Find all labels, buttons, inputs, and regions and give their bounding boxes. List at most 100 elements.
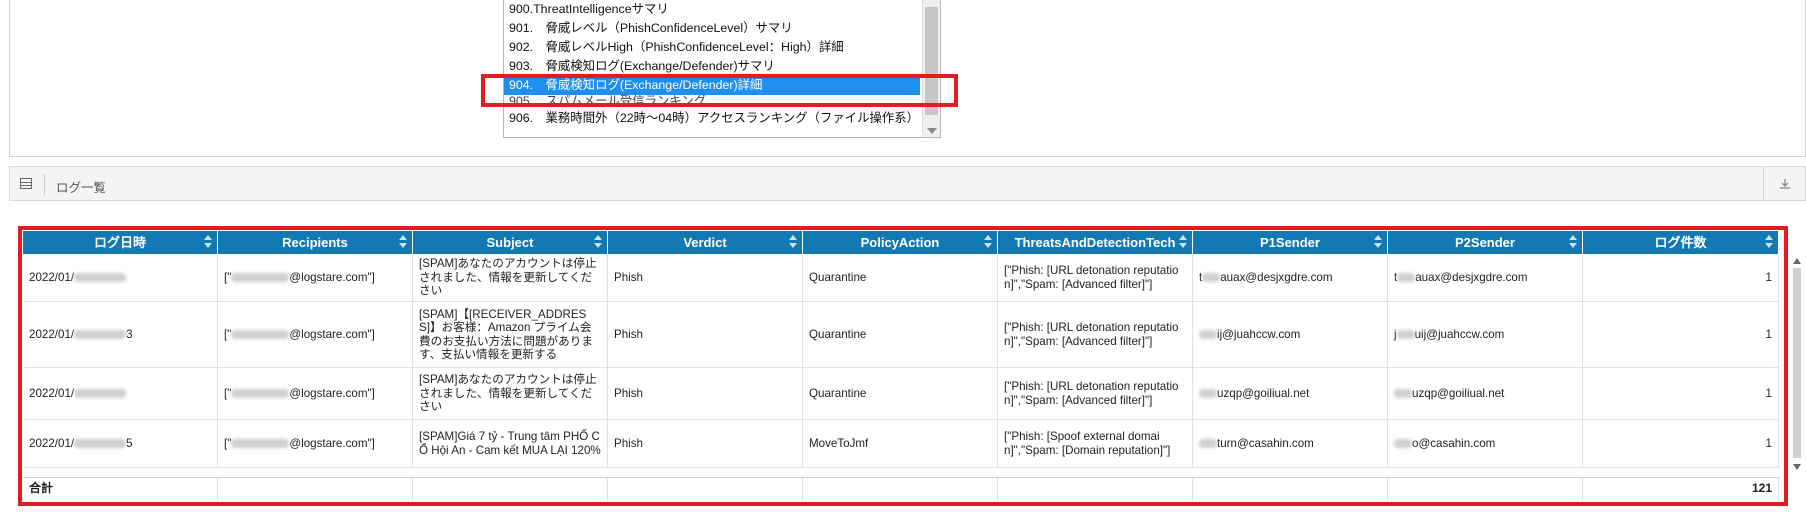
- sort-icon[interactable]: [1179, 235, 1187, 250]
- report-items: 900.ThreatIntelligenceサマリ 901. 脅威レベル（Phis…: [504, 0, 940, 128]
- report-list-item[interactable]: 900.ThreatIntelligenceサマリ: [504, 0, 920, 19]
- cell-p2-sender-text: uij@juahccw.com: [1414, 327, 1505, 341]
- table-footer: 合計 121: [23, 477, 1779, 500]
- cell-threats: ["Phish: [URL detonation reputation]","S…: [998, 368, 1193, 419]
- footer-cell: [998, 478, 1193, 500]
- cell-p2-sender: t auax@desjxgdre.com: [1388, 254, 1583, 301]
- column-header[interactable]: ログ件数: [1583, 231, 1779, 254]
- report-list-item[interactable]: 905. スパムメール受信ランキング: [504, 95, 920, 109]
- download-button[interactable]: [1763, 167, 1805, 200]
- cell-log-date: 2022/01/: [23, 254, 218, 301]
- column-header[interactable]: P2Sender: [1388, 231, 1583, 254]
- cell-verdict-text: Phish: [614, 327, 644, 341]
- cell-log-count-text: 1: [1765, 327, 1772, 341]
- cell-log-date: 2022/01/: [23, 368, 218, 419]
- footer-cell: [1193, 478, 1388, 500]
- page-scrollbar[interactable]: [1790, 258, 1804, 470]
- table-row[interactable]: 2022/01/3 [" @logstare.com"] [SPAM]【[RECEIV…: [23, 302, 1779, 368]
- cell-verdict-text: Phish: [614, 386, 644, 400]
- cell-policy-action-text: Quarantine: [809, 386, 867, 400]
- redacted-text: [1394, 439, 1412, 449]
- report-list-item[interactable]: 906. 業務時間外（22時～04時）アクセスランキング（ファイル操作系）: [504, 109, 920, 128]
- sort-icon[interactable]: [1765, 235, 1773, 250]
- cell-recipients: [" @logstare.com"]: [218, 254, 413, 301]
- report-list-item[interactable]: 902. 脅威レベルHigh（PhishConfidenceLevel：High…: [504, 38, 920, 57]
- cell-log-date-text: 3: [126, 327, 133, 341]
- footer-cell: [608, 478, 803, 500]
- column-header[interactable]: Subject: [413, 231, 608, 254]
- table-row[interactable]: 2022/01/ [" @logstare.com"] [SPAM]あなたのアカウント…: [23, 254, 1779, 302]
- column-header-label: P2Sender: [1455, 235, 1515, 250]
- redacted-text: [231, 330, 290, 340]
- cell-subject-text: [SPAM]あなたのアカウントは停止されました、情報を更新してください: [419, 257, 597, 298]
- report-list-item[interactable]: 901. 脅威レベル（PhishConfidenceLevel）サマリ: [504, 19, 920, 38]
- redacted-text: [74, 439, 127, 449]
- column-header[interactable]: ThreatsAndDetectionTech: [998, 231, 1193, 254]
- sort-icon[interactable]: [204, 235, 212, 250]
- cell-threats-text: ["Phish: [URL detonation reputation]","S…: [1004, 380, 1179, 407]
- cell-policy-action: MoveToJmf: [803, 420, 998, 467]
- column-header-label: P1Sender: [1260, 235, 1320, 250]
- scroll-down-icon[interactable]: [927, 128, 937, 134]
- cell-p2-sender: uzqp@goiliual.net: [1388, 368, 1583, 419]
- cell-threats-text: ["Phish: [URL detonation reputation]","S…: [1004, 321, 1179, 348]
- table-body: 2022/01/ [" @logstare.com"] [SPAM]あなたのアカウント…: [23, 254, 1779, 477]
- cell-p2-sender-text: o@casahin.com: [1412, 436, 1496, 450]
- sort-icon[interactable]: [1374, 235, 1382, 250]
- column-header[interactable]: Recipients: [218, 231, 413, 254]
- report-list-item[interactable]: 903. 脅威検知ログ(Exchange/Defender)サマリ: [504, 57, 920, 76]
- cell-recipients-text: [": [224, 436, 232, 450]
- sort-icon[interactable]: [594, 235, 602, 250]
- report-dropdown-list[interactable]: 900.ThreatIntelligenceサマリ 901. 脅威レベル（Phis…: [503, 0, 941, 138]
- table-row[interactable]: 2022/01/ [" @logstare.com"] [SPAM]あなたのアカウント…: [23, 368, 1779, 420]
- cell-recipients-text: [": [224, 327, 232, 341]
- scroll-up-icon[interactable]: [1793, 258, 1801, 264]
- log-list-header: ログ一覧: [9, 166, 1806, 201]
- column-header-label: ログ件数: [1654, 235, 1707, 250]
- cell-recipients-text: [": [224, 270, 232, 284]
- cell-verdict-text: Phish: [614, 436, 644, 450]
- column-header[interactable]: P1Sender: [1193, 231, 1388, 254]
- page-scrollbar-thumb[interactable]: [1793, 268, 1801, 458]
- cell-threats-text: ["Phish: [Spoof external domain]","Spam:…: [1004, 430, 1171, 457]
- list-scrollbar-thumb[interactable]: [925, 7, 938, 115]
- grid-icon: [20, 178, 32, 189]
- column-header-label: ログ日時: [93, 235, 146, 250]
- cell-p1-sender: uzqp@goiliual.net: [1193, 368, 1388, 419]
- list-scrollbar[interactable]: [922, 0, 940, 137]
- footer-total: 121: [1583, 478, 1779, 500]
- sort-icon[interactable]: [789, 235, 797, 250]
- cell-subject-text: [SPAM]Giá 7 tỷ - Trung tâm PHỐ CỔ Hội An…: [419, 430, 601, 457]
- cell-policy-action-text: MoveToJmf: [809, 436, 869, 450]
- cell-verdict: Phish: [608, 420, 803, 467]
- scroll-down-icon[interactable]: [1793, 464, 1801, 470]
- column-header[interactable]: ログ日時: [23, 231, 218, 254]
- table-row[interactable]: 2022/01/5 [" @logstare.com"] [SPAM]Giá 7 tỷ…: [23, 420, 1779, 468]
- footer-cell: [803, 478, 998, 500]
- sort-icon[interactable]: [1569, 235, 1577, 250]
- report-list-item[interactable]: 904. 脅威検知ログ(Exchange/Defender)詳細: [504, 76, 920, 95]
- column-header[interactable]: Verdict: [608, 231, 803, 254]
- cell-log-count: 1: [1583, 368, 1779, 419]
- footer-label: 合計: [23, 478, 218, 500]
- redacted-text: [1202, 273, 1221, 283]
- cell-policy-action-text: Quarantine: [809, 270, 867, 284]
- footer-cell: [218, 478, 413, 500]
- redacted-text: [1199, 330, 1217, 340]
- cell-log-date-text: 2022/01/: [29, 386, 75, 400]
- redacted-text: [1199, 389, 1217, 399]
- download-icon: [1779, 178, 1790, 189]
- sort-icon[interactable]: [984, 235, 992, 250]
- footer-cell: [413, 478, 608, 500]
- cell-p1-sender-text: uzqp@goiliual.net: [1217, 386, 1310, 400]
- sort-icon[interactable]: [399, 235, 407, 250]
- cell-threats: ["Phish: [Spoof external domain]","Spam:…: [998, 420, 1193, 467]
- column-header[interactable]: PolicyAction: [803, 231, 998, 254]
- cell-recipients: [" @logstare.com"]: [218, 302, 413, 367]
- cell-subject-text: [SPAM]あなたのアカウントは停止されました、情報を更新してください: [419, 373, 597, 414]
- divider: [44, 174, 45, 195]
- cell-p2-sender: o@casahin.com: [1388, 420, 1583, 467]
- cell-subject-text: [SPAM]【[RECEIVER_ADDRESS]】お客様：Amazon プライ…: [419, 307, 593, 362]
- cell-p1-sender: turn@casahin.com: [1193, 420, 1388, 467]
- cell-policy-action-text: Quarantine: [809, 327, 867, 341]
